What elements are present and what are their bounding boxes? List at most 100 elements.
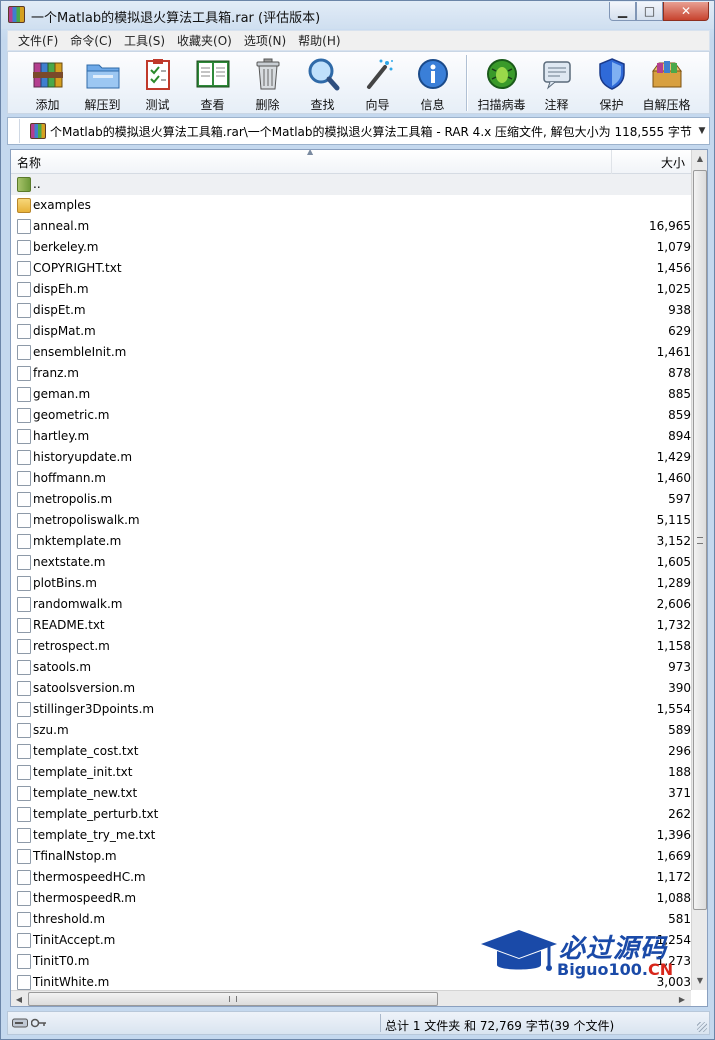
file-row[interactable]: retrospect.m 1,158 — [11, 636, 691, 657]
vertical-scroll-thumb[interactable] — [693, 170, 707, 910]
file-row[interactable]: hartley.m 894 — [11, 426, 691, 447]
file-size: 1,554 — [656, 702, 691, 716]
graduation-cap-icon — [481, 930, 557, 971]
file-icon — [17, 282, 31, 297]
file-row[interactable]: dispMat.m 629 — [11, 321, 691, 342]
chevron-down-icon[interactable]: ▼ — [695, 126, 709, 136]
watermark-en-suffix: CN — [648, 960, 674, 979]
file-row[interactable]: geometric.m 859 — [11, 405, 691, 426]
vertical-scrollbar[interactable]: ▲ ▼ — [691, 150, 707, 990]
parent-folder-row[interactable]: .. — [11, 174, 691, 195]
file-icon — [17, 429, 31, 444]
file-row[interactable]: randomwalk.m 2,606 — [11, 594, 691, 615]
file-row[interactable]: thermospeedR.m 1,088 — [11, 888, 691, 909]
menu-options[interactable]: 选项(N) — [238, 32, 292, 49]
file-row[interactable]: TfinalNstop.m 1,669 — [11, 846, 691, 867]
file-row[interactable]: template_cost.txt 296 — [11, 741, 691, 762]
file-row[interactable]: stillinger3Dpoints.m 1,554 — [11, 699, 691, 720]
wizard-label: 向导 — [365, 98, 390, 112]
file-row[interactable]: README.txt 1,732 — [11, 615, 691, 636]
wizard-button[interactable]: 向导 — [350, 52, 405, 113]
horizontal-scrollbar[interactable]: ◀ ▶ — [11, 990, 691, 1006]
file-row[interactable]: anneal.m 16,965 — [11, 216, 691, 237]
file-row[interactable]: nextstate.m 1,605 — [11, 552, 691, 573]
file-rows: .. examples anneal.m 16,965 berkeley.m 1,079 C… — [11, 174, 691, 993]
menu-help[interactable]: 帮助(H) — [292, 32, 346, 49]
menu-favorites[interactable]: 收藏夹(O) — [171, 32, 238, 49]
file-row[interactable]: COPYRIGHT.txt 1,456 — [11, 258, 691, 279]
file-row[interactable]: berkeley.m 1,079 — [11, 237, 691, 258]
protect-button[interactable]: 保护 — [584, 52, 639, 113]
file-row[interactable]: franz.m 878 — [11, 363, 691, 384]
file-size: 1,088 — [656, 891, 691, 905]
maximize-button[interactable]: □ — [636, 2, 663, 21]
file-icon — [17, 618, 31, 633]
file-icon — [17, 303, 31, 318]
file-size: 16,965 — [649, 219, 691, 233]
file-name: TinitAccept.m — [33, 933, 116, 947]
file-size: 1,025 — [656, 282, 691, 296]
extract-to-button[interactable]: 解压到 — [75, 52, 130, 113]
list-header: ▲ 名称 大小 — [11, 150, 691, 174]
file-row[interactable]: satoolsversion.m 390 — [11, 678, 691, 699]
file-size: 1,461 — [656, 345, 691, 359]
file-row[interactable]: dispEt.m 938 — [11, 300, 691, 321]
menu-tools[interactable]: 工具(S) — [118, 32, 171, 49]
file-row[interactable]: template_init.txt 188 — [11, 762, 691, 783]
view-button[interactable]: 查看 — [185, 52, 240, 113]
file-row[interactable]: metropoliswalk.m 5,115 — [11, 510, 691, 531]
delete-button[interactable]: 删除 — [240, 52, 295, 113]
info-button[interactable]: 信息 — [405, 52, 460, 113]
resize-grip-icon[interactable] — [697, 1022, 707, 1032]
sfx-button[interactable]: 自解压格 — [639, 52, 694, 113]
address-path[interactable]: 个Matlab的模拟退火算法工具箱.rar\一个Matlab的模拟退火算法工具箱… — [50, 123, 695, 140]
scroll-up-icon[interactable]: ▲ — [692, 150, 707, 167]
file-row[interactable]: template_new.txt 371 — [11, 783, 691, 804]
file-row[interactable]: satools.m 973 — [11, 657, 691, 678]
test-label: 测试 — [145, 98, 170, 112]
file-icon — [17, 849, 31, 864]
file-row[interactable]: metropolis.m 597 — [11, 489, 691, 510]
winrar-app-icon[interactable] — [8, 6, 25, 23]
scan-virus-button[interactable]: 扫描病毒 — [474, 52, 529, 113]
watermark-en-text: Biguo100.CN — [557, 960, 673, 979]
scroll-right-icon[interactable]: ▶ — [674, 991, 690, 1006]
parent-folder-icon — [17, 177, 31, 192]
horizontal-scroll-thumb[interactable] — [28, 992, 438, 1006]
menu-file[interactable]: 文件(F) — [12, 32, 64, 49]
test-button[interactable]: 测试 — [130, 52, 185, 113]
file-row[interactable]: ensembleInit.m 1,461 — [11, 342, 691, 363]
file-size: 1,456 — [656, 261, 691, 275]
open-book-icon — [195, 56, 231, 92]
folder-row[interactable]: examples — [11, 195, 691, 216]
address-bar[interactable]: 个Matlab的模拟退火算法工具箱.rar\一个Matlab的模拟退火算法工具箱… — [7, 117, 710, 145]
find-button[interactable]: 查找 — [295, 52, 350, 113]
comment-button[interactable]: 注释 — [529, 52, 584, 113]
scroll-left-icon[interactable]: ◀ — [11, 991, 27, 1006]
file-row[interactable]: thermospeedHC.m 1,172 — [11, 867, 691, 888]
file-row[interactable]: geman.m 885 — [11, 384, 691, 405]
file-row[interactable]: szu.m 589 — [11, 720, 691, 741]
file-name: historyupdate.m — [33, 450, 133, 464]
file-list[interactable]: ▲ 名称 大小 .. examples anneal.m 16,965 berkeley… — [10, 149, 708, 1007]
address-grip — [8, 119, 20, 143]
file-icon — [17, 891, 31, 906]
title-bar[interactable]: 一个Matlab的模拟退火算法工具箱.rar (评估版本) ▁ □ ✕ — [1, 1, 714, 29]
add-button[interactable]: 添加 — [20, 52, 75, 113]
file-size: 894 — [668, 429, 691, 443]
close-button[interactable]: ✕ — [663, 2, 709, 21]
scroll-down-icon[interactable]: ▼ — [692, 972, 707, 989]
file-row[interactable]: plotBins.m 1,289 — [11, 573, 691, 594]
file-row[interactable]: historyupdate.m 1,429 — [11, 447, 691, 468]
column-header-size[interactable]: 大小 — [613, 150, 691, 174]
file-row[interactable]: dispEh.m 1,025 — [11, 279, 691, 300]
file-row[interactable]: hoffmann.m 1,460 — [11, 468, 691, 489]
minimize-button[interactable]: ▁ — [609, 2, 636, 21]
file-row[interactable]: template_try_me.txt 1,396 — [11, 825, 691, 846]
file-row[interactable]: mktemplate.m 3,152 — [11, 531, 691, 552]
file-name: README.txt — [33, 618, 105, 632]
key-icon[interactable] — [31, 1018, 47, 1028]
column-header-name[interactable]: ▲ 名称 — [11, 150, 612, 174]
file-row[interactable]: template_perturb.txt 262 — [11, 804, 691, 825]
menu-commands[interactable]: 命令(C) — [64, 32, 118, 49]
